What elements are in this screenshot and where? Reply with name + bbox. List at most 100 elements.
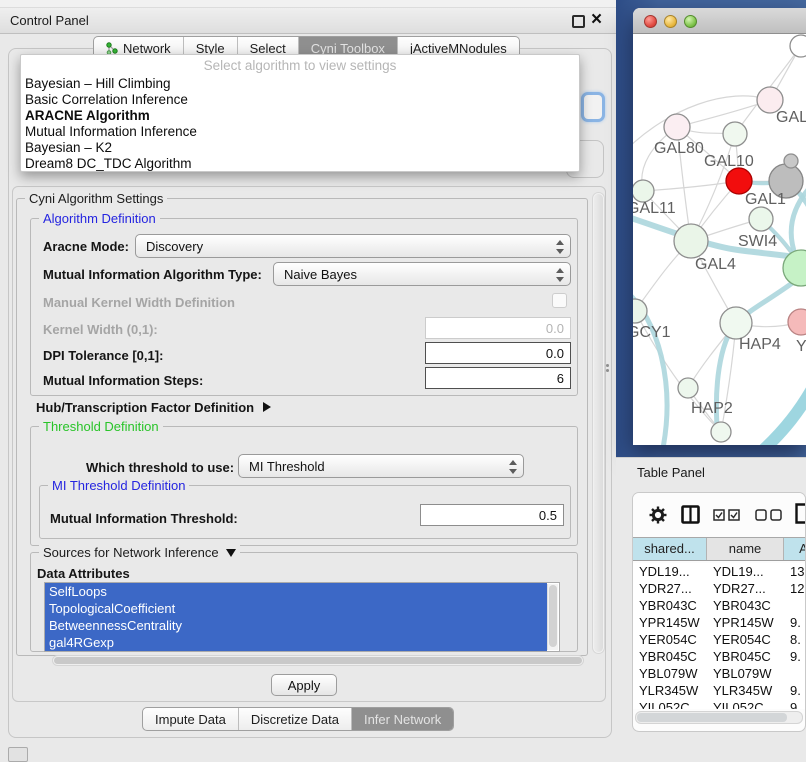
- network-graph[interactable]: GAL8GAL80GAL10GAL1GAL11GAL4SWI4GCY1HAP4Y…: [633, 34, 806, 445]
- algorithm-option-basic-correlation-inference[interactable]: Basic Correlation Inference: [21, 92, 579, 108]
- checked-columns-icon[interactable]: [713, 508, 741, 526]
- minimize-traffic-light-icon[interactable]: [664, 15, 677, 28]
- network-node-swi4[interactable]: [749, 207, 773, 231]
- tab-label: Discretize Data: [251, 712, 339, 727]
- table-panel-titlebar: Table Panel: [616, 457, 806, 487]
- algorithm-option-bayesian-hill-climbing[interactable]: Bayesian – Hill Climbing: [21, 76, 579, 92]
- apply-button[interactable]: Apply: [271, 674, 337, 696]
- sources-toggle[interactable]: Sources for Network Inference: [39, 545, 240, 560]
- network-node[interactable]: [784, 154, 798, 168]
- dpi-tolerance-field[interactable]: 0.0: [425, 342, 571, 364]
- column-header-name[interactable]: name: [707, 538, 784, 560]
- scrollbar-thumb[interactable]: [54, 657, 582, 664]
- table-cell: YER054C: [707, 631, 784, 648]
- node-label: GAL10: [704, 153, 754, 170]
- table-horizontal-scrollbar[interactable]: [635, 711, 803, 724]
- table-row[interactable]: YBL079WYBL079W: [633, 665, 806, 682]
- data-attributes-list[interactable]: SelfLoopsTopologicalCoefficientBetweenne…: [44, 582, 560, 652]
- network-edge: [643, 181, 739, 191]
- collapse-down-icon: [226, 549, 236, 557]
- table-row[interactable]: YBR045CYBR045C9.: [633, 648, 806, 665]
- split-table-icon[interactable]: [681, 505, 700, 529]
- kernel-width-field[interactable]: 0.0: [425, 317, 571, 339]
- network-canvas[interactable]: GAL8GAL80GAL10GAL1GAL11GAL4SWI4GCY1HAP4Y…: [633, 34, 806, 445]
- list-scrollbar[interactable]: [547, 584, 558, 650]
- unchecked-columns-icon[interactable]: [755, 508, 783, 526]
- table-panel-title: Table Panel: [637, 465, 705, 480]
- settings-vertical-scrollbar[interactable]: [592, 192, 605, 654]
- hub-definition-toggle[interactable]: Hub/Transcription Factor Definition: [36, 399, 271, 417]
- node-label: HAP4: [739, 336, 781, 353]
- settings-horizontal-scrollbar[interactable]: [52, 655, 584, 666]
- column-header-a[interactable]: A: [784, 538, 806, 560]
- app-canvas: Control Panel × NetworkStyleSelectCyni T…: [0, 0, 806, 762]
- export-table-icon[interactable]: [795, 503, 806, 529]
- algorithm-option-aracne-algorithm[interactable]: ARACNE Algorithm: [21, 108, 579, 124]
- network-node-gal10[interactable]: [723, 122, 747, 146]
- algorithm-option-bayesian-k2[interactable]: Bayesian – K2: [21, 140, 579, 156]
- network-node[interactable]: [790, 35, 806, 57]
- network-node-hap2[interactable]: [678, 378, 698, 398]
- algorithm-dropdown: Select algorithm to view settings Bayesi…: [20, 54, 580, 172]
- network-node-gal11[interactable]: [633, 180, 654, 202]
- mi-steps-field[interactable]: 6: [425, 367, 571, 389]
- tab-infer-network[interactable]: Infer Network: [351, 708, 453, 730]
- float-icon[interactable]: [572, 15, 585, 28]
- mi-type-combo[interactable]: Naive Bayes: [273, 262, 571, 286]
- attribute-item-betweennesscentrality[interactable]: BetweennessCentrality: [45, 617, 547, 634]
- control-panel-title: Control Panel: [10, 13, 89, 28]
- scrollbar-thumb[interactable]: [594, 194, 603, 652]
- table-row[interactable]: YPR145WYPR145W9.: [633, 614, 806, 631]
- attribute-item-topologicalcoefficient[interactable]: TopologicalCoefficient: [45, 600, 547, 617]
- zoom-traffic-light-icon[interactable]: [684, 15, 697, 28]
- tab-impute-data[interactable]: Impute Data: [143, 708, 238, 730]
- algorithm-option-dream8-dc-tdc-algorithm[interactable]: Dream8 DC_TDC Algorithm: [21, 156, 579, 172]
- table-row[interactable]: YIL052CYIL052C9: [633, 699, 806, 709]
- network-view-window[interactable]: GAL8GAL80GAL10GAL1GAL11GAL4SWI4GCY1HAP4Y…: [633, 8, 806, 445]
- table-cell: YLR345W: [707, 682, 784, 699]
- manual-kernel-checkbox[interactable]: [552, 293, 567, 308]
- attribute-item-gal4rgexp[interactable]: gal4RGexp: [45, 634, 547, 651]
- table-cell: 9.: [784, 682, 806, 699]
- panel-corner-button[interactable]: [8, 747, 28, 762]
- network-edge: [761, 380, 806, 445]
- table-panel-body: shared...nameA YDL19...YDL19...13YDR27..…: [632, 492, 806, 732]
- table-cell: YDR27...: [633, 580, 707, 597]
- table-cell: YDR27...: [707, 580, 784, 597]
- network-window-titlebar[interactable]: [633, 8, 806, 34]
- settings-gear-icon[interactable]: [648, 505, 668, 530]
- network-node-gal80[interactable]: [664, 114, 690, 140]
- table-row[interactable]: YDR27...YDR27...12: [633, 580, 806, 597]
- table-rows: YDL19...YDL19...13YDR27...YDR27...12YBR0…: [633, 563, 806, 709]
- mi-threshold-field[interactable]: 0.5: [420, 504, 564, 526]
- hub-definition-label: Hub/Transcription Factor Definition: [36, 400, 254, 415]
- which-threshold-combo[interactable]: MI Threshold: [238, 454, 524, 478]
- close-traffic-light-icon[interactable]: [644, 15, 657, 28]
- table-cell: YDL19...: [707, 563, 784, 580]
- table-row[interactable]: YLR345WYLR345W9.: [633, 682, 806, 699]
- table-row[interactable]: YBR043CYBR043C: [633, 597, 806, 614]
- network-node-hap4[interactable]: [720, 307, 752, 339]
- mi-threshold-label: Mutual Information Threshold:: [50, 511, 238, 526]
- network-node-gal4[interactable]: [674, 224, 708, 258]
- tab-discretize-data[interactable]: Discretize Data: [238, 708, 351, 730]
- aracne-mode-label: Aracne Mode:: [43, 239, 129, 254]
- table-cell: 9.: [784, 648, 806, 665]
- table-cell: YIL052C: [633, 699, 707, 709]
- kernel-width-label: Kernel Width (0,1):: [43, 322, 158, 337]
- close-icon[interactable]: ×: [591, 9, 602, 31]
- algorithm-option-mutual-information-inference[interactable]: Mutual Information Inference: [21, 124, 579, 140]
- network-node[interactable]: [711, 422, 731, 442]
- expand-right-icon: [263, 402, 271, 412]
- split-pane-handle[interactable]: [606, 364, 610, 373]
- column-header-shared-[interactable]: shared...: [633, 538, 707, 560]
- network-node-y[interactable]: [788, 309, 806, 335]
- table-row[interactable]: YER054CYER054C8.: [633, 631, 806, 648]
- scrollbar-thumb[interactable]: [637, 713, 787, 722]
- attribute-item-selfloops[interactable]: SelfLoops: [45, 583, 547, 600]
- scrollbar-thumb[interactable]: [549, 585, 557, 647]
- aracne-mode-combo[interactable]: Discovery: [135, 234, 571, 258]
- table-row[interactable]: YDL19...YDL19...13: [633, 563, 806, 580]
- node-label: HAP2: [691, 400, 733, 417]
- algorithm-definition-group: Algorithm Definition Aracne Mode: Discov…: [30, 218, 578, 396]
